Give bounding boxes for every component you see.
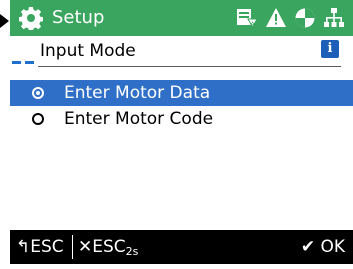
option-label: Enter Motor Code [64,109,214,129]
gear-icon [19,7,43,30]
motor-data-icon: A [237,9,258,29]
hold-duration: 2s [125,245,139,258]
cancel-esc-button[interactable]: ✕ESC2s [78,230,138,269]
divider [38,66,341,67]
selection-pointer [0,14,9,28]
ok-button[interactable]: ✔ OK [301,230,345,264]
back-esc-button[interactable]: ↰ESC [16,230,64,264]
softkey-bar: ↰ESC ✕ESC2s ✔ OK [10,230,353,264]
network-icon [324,8,344,27]
subheader: Input Mode i [10,36,353,68]
drive-status-icon [295,8,315,28]
divider [72,235,73,259]
option-enter-motor-data[interactable]: Enter Motor Data [10,80,353,106]
status-icons: A [236,6,345,30]
radio-empty-icon[interactable] [32,113,44,125]
cancel-esc-label: ✕ESC [78,237,126,257]
option-enter-motor-code[interactable]: Enter Motor Code [10,106,353,132]
info-icon[interactable]: i [321,40,339,58]
scroll-indicator [12,61,21,64]
scroll-indicator [25,61,34,64]
header-bar: Setup A [10,0,353,36]
option-label: Enter Motor Data [64,83,211,103]
screen-title: Setup [52,7,105,28]
input-mode-label: Input Mode [40,41,136,61]
warning-icon [266,8,286,27]
option-list: Enter Motor Data Enter Motor Code [10,80,353,132]
radio-selected-icon[interactable] [32,87,44,99]
